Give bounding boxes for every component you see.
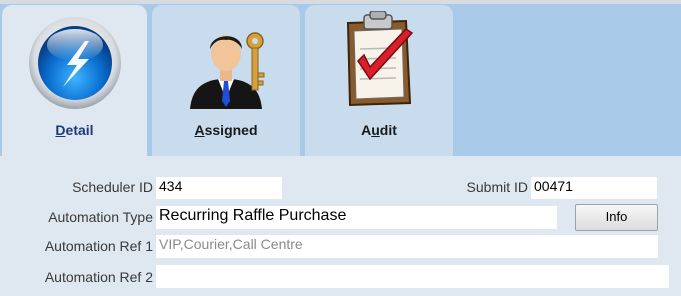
scheduler-id-field[interactable]: 434 [156,177,282,199]
window-top-strip [0,0,681,4]
clipboard-check-icon [336,10,422,114]
automation-ref2-field[interactable] [156,265,669,288]
automation-type-label: Automation Type [48,209,153,225]
tab-assigned-label: Assigned [194,122,258,138]
automation-ref1-label: Automation Ref 1 [44,238,153,254]
tab-assigned[interactable]: Assigned [152,5,300,156]
tab-detail[interactable]: Detail [2,5,147,165]
tab-audit-label: Audit [361,122,397,138]
automation-ref2-label: Automation Ref 2 [44,269,153,285]
submit-id-field[interactable]: 00471 [531,177,657,199]
person-key-icon [180,23,272,114]
tab-audit[interactable]: Audit [305,5,453,156]
submit-id-label: Submit ID [466,179,528,195]
tab-detail-label: Detail [55,122,94,138]
scheduler-id-label: Scheduler ID [72,179,153,195]
info-button[interactable]: Info [575,204,658,231]
automation-type-field[interactable]: Recurring Raffle Purchase [156,206,557,229]
automation-ref1-field[interactable]: VIP,Courier,Call Centre [156,235,658,258]
lightning-orb-icon [27,15,123,116]
